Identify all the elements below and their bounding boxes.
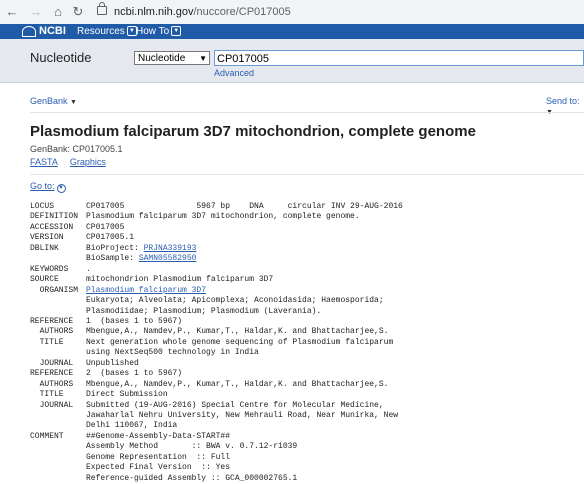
accession-line: GenBank: CP017005.1 xyxy=(30,144,123,154)
send-to-label: Send to: xyxy=(546,96,580,106)
genbank-field-value: 1 (bases 1 to 5967) xyxy=(86,316,183,326)
genbank-dblink[interactable]: SAMN05582950 xyxy=(139,254,197,263)
advanced-search-link[interactable]: Advanced xyxy=(214,68,254,78)
search-input[interactable]: CP017005 xyxy=(214,50,584,66)
genbank-field-value: Plasmodiidae; Plasmodium; Plasmodium (La… xyxy=(86,306,322,316)
genbank-field-value: 2 (bases 1 to 5967) xyxy=(86,369,183,379)
genbank-field-value: Eukaryota; Alveolata; Apicomplexa; Acono… xyxy=(86,296,384,306)
goto-menu[interactable]: Go to: ▼ xyxy=(30,181,66,193)
address-bar[interactable]: ncbi.nlm.nih.gov/nuccore/CP017005 xyxy=(114,4,291,20)
genbank-field-value: . xyxy=(86,264,91,274)
genbank-dblink-label: BioProject: xyxy=(86,243,144,253)
howto-label: How To xyxy=(136,26,170,37)
dropdown-arrow-icon: ▼ xyxy=(199,54,207,63)
goto-label: Go to: xyxy=(30,181,55,191)
genbank-field-key: DEFINITION xyxy=(30,212,79,222)
howto-menu[interactable]: How To ▼ xyxy=(136,25,182,38)
genbank-field-key: DBLINK xyxy=(30,243,59,253)
database-select[interactable]: Nucleotide ▼ xyxy=(134,51,210,65)
divider xyxy=(30,112,584,113)
chevron-down-icon: ▼ xyxy=(56,184,66,193)
divider xyxy=(30,174,584,175)
format-menu[interactable]: GenBank ▼ xyxy=(30,96,77,106)
genbank-field-key: AUTHORS xyxy=(30,379,74,389)
genbank-field-key: ORGANISM xyxy=(30,285,79,295)
ncbi-logo-text: NCBI xyxy=(39,25,66,37)
genbank-field-key: AUTHORS xyxy=(30,327,74,337)
genbank-dblink[interactable]: PRJNA339193 xyxy=(144,244,197,253)
genbank-field-key: REFERENCE xyxy=(30,316,74,326)
genbank-field-key: VERSION xyxy=(30,233,64,243)
genbank-field-value: Genome Representation :: Full xyxy=(86,452,231,462)
genbank-field-value: Expected Final Version :: Yes xyxy=(86,463,231,473)
reload-icon[interactable]: ↻ xyxy=(70,4,86,20)
genbank-field-key: LOCUS xyxy=(30,202,55,211)
graphics-link[interactable]: Graphics xyxy=(70,157,106,167)
genbank-field-key: REFERENCE xyxy=(30,369,74,379)
url-path: /nuccore/CP017005 xyxy=(193,6,291,18)
genbank-field-value: Direct Submission xyxy=(86,390,168,400)
genbank-field-key: JOURNAL xyxy=(30,358,74,368)
resources-label: Resources xyxy=(77,26,125,37)
genbank-field-value: CP017005 xyxy=(86,222,125,232)
back-arrow-icon[interactable]: ← xyxy=(4,4,20,20)
genbank-field-value: using NextSeq500 technology in India xyxy=(86,348,259,358)
genbank-field-key: ACCESSION xyxy=(30,222,74,232)
genbank-field-value: Submitted (19-AUG-2016) Special Centre f… xyxy=(86,400,384,410)
genbank-field-value: BioSample: SAMN05582950 xyxy=(86,254,196,264)
genbank-field-key: JOURNAL xyxy=(30,400,74,410)
dropdown-arrow-icon: ▼ xyxy=(70,99,77,106)
genbank-field-value: Unpublished xyxy=(86,358,139,368)
genbank-field-value: mitochondrion Plasmodium falciparum 3D7 xyxy=(86,275,274,285)
genbank-field-value: Mbengue,A., Namdev,P., Kumar,T., Haldar,… xyxy=(86,327,389,337)
url-host: ncbi.nlm.nih.gov xyxy=(114,6,194,18)
database-select-value: Nucleotide xyxy=(138,53,186,64)
format-label: GenBank xyxy=(30,96,68,106)
genbank-field-key: TITLE xyxy=(30,337,64,347)
database-title: Nucleotide xyxy=(30,50,92,65)
genbank-field-value: CP017005.1 xyxy=(86,233,135,243)
lock-icon[interactable] xyxy=(97,2,107,15)
genbank-field-value: Next generation whole genome sequencing … xyxy=(86,337,394,347)
genbank-field-key: TITLE xyxy=(30,390,64,400)
genbank-field-value: Reference-guided Assembly :: GCA_0000027… xyxy=(86,473,298,483)
send-to-menu[interactable]: Send to: ▼ xyxy=(546,96,584,116)
genbank-field-value: Assembly Method :: BWA v. 0.7.12-r1039 xyxy=(86,442,298,452)
genbank-field-key: COMMENT xyxy=(30,431,64,441)
genbank-dblink-label: BioSample: xyxy=(86,254,139,264)
record-links: FASTA Graphics xyxy=(30,157,118,167)
genbank-field-key: SOURCE xyxy=(30,275,59,285)
genbank-field-value: ##Genome-Assembly-Data-START## xyxy=(86,431,231,441)
home-icon[interactable]: ⌂ xyxy=(50,4,66,20)
browser-toolbar: ← → ⌂ ↻ ncbi.nlm.nih.gov/nuccore/CP01700… xyxy=(0,0,584,25)
ncbi-logo-icon xyxy=(22,25,36,37)
resources-menu[interactable]: Resources ▼ xyxy=(77,25,137,38)
genbank-field-value[interactable]: Plasmodium falciparum 3D7 xyxy=(86,286,206,296)
forward-arrow-icon[interactable]: → xyxy=(28,4,44,20)
chevron-down-icon: ▼ xyxy=(171,26,182,37)
genbank-field-value: BioProject: PRJNA339193 xyxy=(86,244,196,254)
genbank-field-value: Mbengue,A., Namdev,P., Kumar,T., Haldar,… xyxy=(86,379,389,389)
genbank-field-value: CP017005 5967 bp DNA circular INV 29-AUG… xyxy=(86,202,403,211)
genbank-field-value: Plasmodium falciparum 3D7 mitochondrion,… xyxy=(86,212,360,222)
genbank-field-value: Delhi 110067, India xyxy=(86,421,178,431)
search-bar: Nucleotide Nucleotide ▼ CP017005 Advanced xyxy=(0,39,584,83)
ncbi-logo[interactable]: NCBI xyxy=(22,25,66,38)
fasta-link[interactable]: FASTA xyxy=(30,157,58,167)
genbank-field-key: KEYWORDS xyxy=(30,264,69,274)
page-title: Plasmodium falciparum 3D7 mitochondrion,… xyxy=(30,123,476,140)
genbank-field-value: Jawaharlal Nehru University, New Mehraul… xyxy=(86,411,399,420)
ncbi-header: NCBI Resources ▼ How To ▼ xyxy=(0,24,584,39)
